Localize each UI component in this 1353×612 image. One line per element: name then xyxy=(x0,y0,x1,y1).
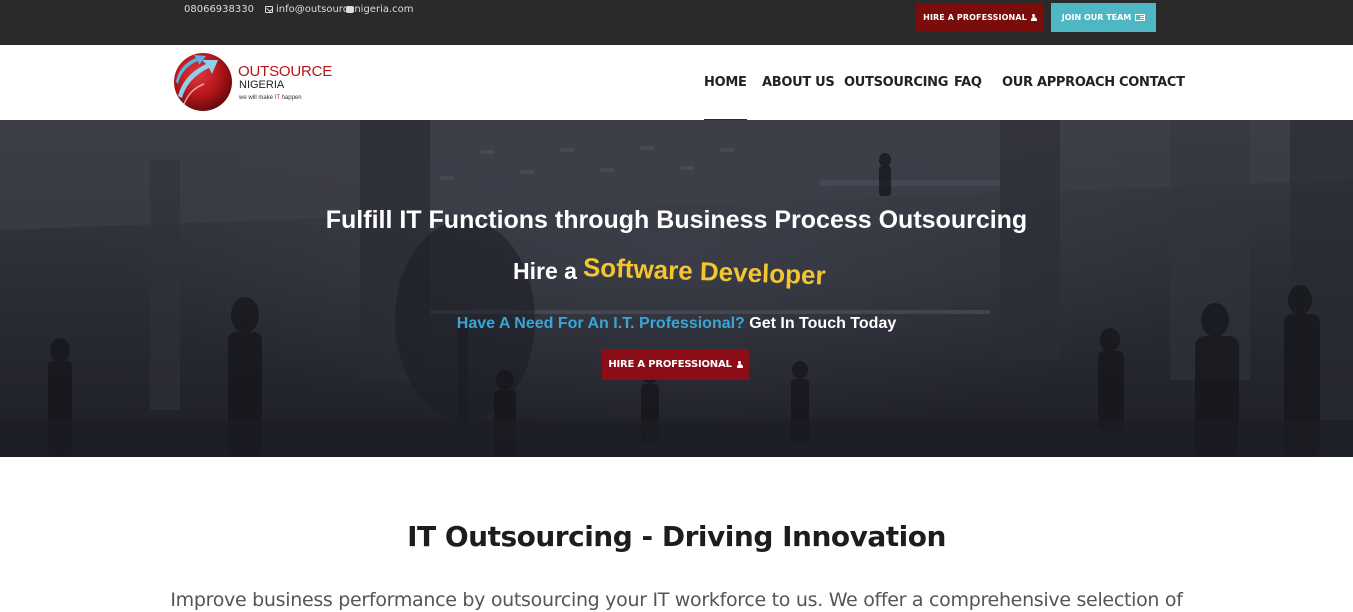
hire-professional-hero-label: HIRE A PROFESSIONAL xyxy=(608,359,732,370)
user-icon xyxy=(736,360,743,369)
user-icon xyxy=(1030,13,1037,22)
site-header: OUTSOURCE NIGERIA we will make IT happen… xyxy=(0,45,1353,121)
nav-our-approach[interactable]: OUR APPROACH xyxy=(1002,75,1115,90)
hero-sub-question: Have A Need For An I.T. Professional? xyxy=(456,315,745,332)
email-contact[interactable]: info@outsourcenigeria.com xyxy=(265,4,414,15)
nav-contact[interactable]: CONTACT xyxy=(1119,75,1185,90)
office-background-image xyxy=(0,120,1353,457)
section-title: IT Outsourcing - Driving Innovation xyxy=(407,520,946,553)
join-our-team-button[interactable]: JOIN OUR TEAM xyxy=(1051,3,1156,32)
globe-logo-icon xyxy=(174,53,232,111)
envelope-icon xyxy=(265,6,273,13)
nav-about-us[interactable]: ABOUT US xyxy=(762,75,835,90)
hero-banner: Fulfill IT Functions through Business Pr… xyxy=(0,120,1353,457)
hire-professional-top-button[interactable]: HIRE A PROFESSIONAL xyxy=(916,3,1044,32)
hero-sub-cta: Get In Touch Today xyxy=(744,315,897,332)
logo-tagline-post: happen xyxy=(279,95,302,101)
nav-home[interactable]: HOME xyxy=(704,75,747,121)
logo-name-line1: OUTSOURCE xyxy=(238,63,333,80)
hero-title: Fulfill IT Functions through Business Pr… xyxy=(325,206,1028,234)
phone-contact[interactable]: 08066938330 xyxy=(173,4,354,15)
logo-name-line2: NIGERIA xyxy=(239,79,285,91)
top-bar: 08066938330 info@outsourcenigeria.com HI… xyxy=(0,0,1353,45)
hero-subheading: Have A Need For An I.T. Professional? Ge… xyxy=(0,315,1353,333)
email-address: info@outsourcenigeria.com xyxy=(276,4,414,15)
phone-number: 08066938330 xyxy=(184,4,254,15)
site-logo[interactable]: OUTSOURCE NIGERIA we will make IT happen xyxy=(172,52,332,114)
logo-tagline-pre: we will make xyxy=(239,95,275,101)
nav-faq[interactable]: FAQ xyxy=(954,75,982,90)
hire-professional-hero-button[interactable]: HIRE A PROFESSIONAL xyxy=(602,349,749,380)
logo-tagline: we will make IT happen xyxy=(239,95,302,101)
hero-hire-prefix: Hire a xyxy=(513,258,577,284)
nav-outsourcing[interactable]: OUTSOURCING xyxy=(844,75,948,90)
hire-professional-top-label: HIRE A PROFESSIONAL xyxy=(923,13,1027,22)
join-our-team-label: JOIN OUR TEAM xyxy=(1061,13,1132,22)
id-card-icon xyxy=(1135,14,1146,21)
section-text: Improve business performance by outsourc… xyxy=(170,589,1183,611)
